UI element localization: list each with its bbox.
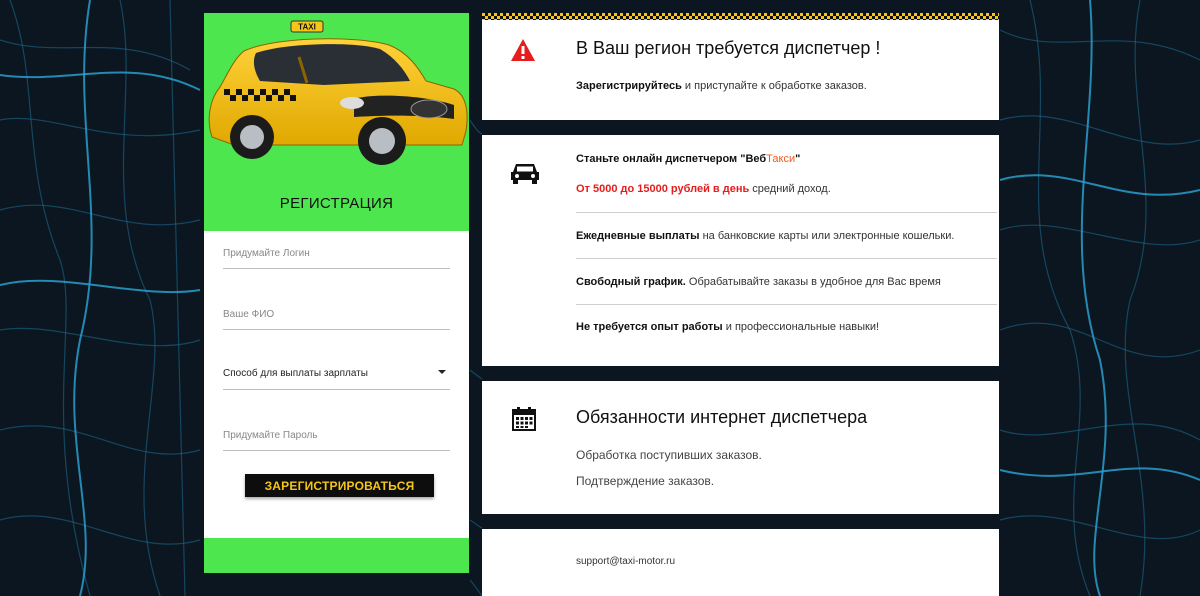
benefit-free-schedule: Свободный график. Обрабатывайте заказы в…: [576, 276, 941, 288]
divider: [576, 212, 997, 213]
duty-item: Обработка поступивших заказов.: [576, 448, 762, 462]
benefit-schedule-rest: Обрабатывайте заказы в удобное для Вас в…: [685, 276, 941, 288]
fio-input[interactable]: [223, 300, 450, 329]
vacancy-heading: В Ваш регион требуется диспетчер !: [576, 38, 881, 58]
benefit-experience-rest: и профессиональные навыки!: [722, 321, 880, 333]
benefit-income-accent: От 5000 до 15000 рублей в день: [576, 183, 750, 195]
contact-card: support@taxi-motor.ru: [482, 529, 999, 596]
benefit-payouts-bold: Ежедневные выплаты: [576, 230, 700, 242]
calendar-icon: [512, 407, 536, 431]
login-input[interactable]: [223, 239, 450, 268]
duties-card: Обязанности интернет диспетчера Обработк…: [482, 381, 999, 514]
vacancy-text-bold: Зарегистрируйтесь: [576, 80, 682, 92]
divider: [576, 304, 997, 305]
payment-method-select[interactable]: Способ для выплаты зарплаты: [223, 360, 450, 390]
registration-header: TAXI РЕГИСТРАЦИЯ: [204, 13, 469, 231]
registration-title: РЕГИСТРАЦИЯ: [279, 195, 394, 212]
benefit-experience-bold: Не требуется опыт работы: [576, 321, 723, 333]
car-icon: [511, 164, 539, 184]
taxi-car-image: TAXI: [208, 20, 468, 165]
benefit-online-dispatcher: Станьте онлайн диспетчером "ВебТакси": [576, 153, 800, 165]
password-input[interactable]: [223, 421, 450, 450]
benefit-no-experience: Не требуется опыт работы и профессиональ…: [576, 321, 879, 333]
register-button[interactable]: ЗАРЕГИСТРИРОВАТЬСЯ: [245, 474, 434, 497]
support-email: support@taxi-motor.ru: [576, 556, 676, 567]
password-field[interactable]: [223, 421, 450, 451]
benefit-online-suffix: ": [795, 153, 801, 165]
login-field[interactable]: [223, 239, 450, 269]
duties-heading: Обязанности интернет диспетчера: [576, 407, 868, 427]
fio-field[interactable]: [223, 300, 450, 330]
vacancy-text-rest: и приступайте к обработке заказов.: [681, 80, 867, 92]
vacancy-text: Зарегистрируйтесь и приступайте к обрабо…: [576, 80, 867, 92]
warning-icon: [511, 39, 535, 61]
benefit-income-rest: средний доход.: [749, 183, 831, 195]
benefit-daily-payouts: Ежедневные выплаты на банковские карты и…: [576, 230, 954, 242]
benefits-card: Станьте онлайн диспетчером "ВебТакси" От…: [482, 135, 999, 366]
benefit-online-prefix: Станьте онлайн диспетчером "Веб: [576, 153, 767, 165]
taxi-sign-label: TAXI: [298, 23, 316, 32]
registration-panel: TAXI РЕГИСТРАЦИЯ Способ для выплаты зарп…: [204, 13, 469, 573]
benefit-online-accent: Такси: [766, 153, 796, 165]
divider: [576, 258, 997, 259]
caret-down-icon: [438, 370, 446, 374]
benefit-schedule-bold: Свободный график.: [576, 276, 686, 288]
registration-footer-bar: [204, 538, 469, 573]
benefit-payouts-rest: на банковские карты или электронные коше…: [699, 230, 955, 242]
payment-method-value: Способ для выплаты зарплаты: [223, 368, 368, 379]
checkered-strip: [482, 13, 999, 20]
benefit-income: От 5000 до 15000 рублей в день средний д…: [576, 183, 831, 195]
vacancy-card: В Ваш регион требуется диспетчер ! Зарег…: [482, 20, 999, 120]
duty-item: Подтверждение заказов.: [576, 474, 715, 488]
